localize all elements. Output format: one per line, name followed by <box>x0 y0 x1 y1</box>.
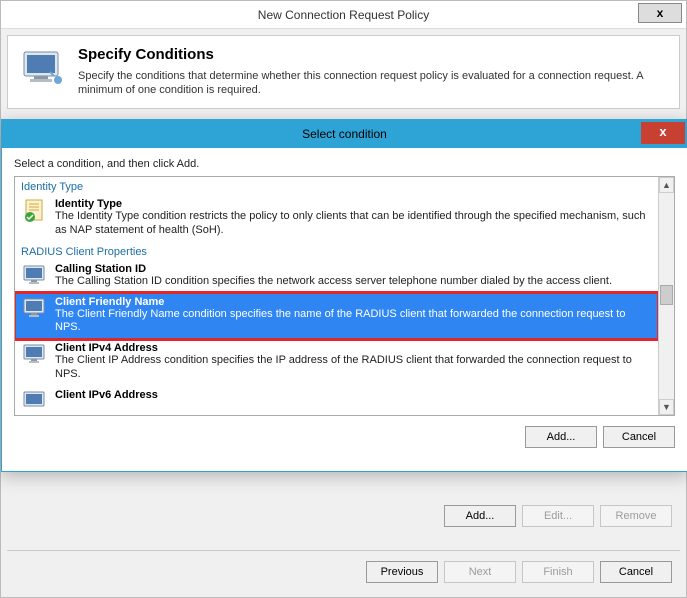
monitor-icon <box>21 296 49 322</box>
parent-window: New Connection Request Policy x Specify … <box>0 0 687 598</box>
list-item-title: Client IPv4 Address <box>55 342 652 354</box>
parent-add-button[interactable]: Add... <box>444 505 516 527</box>
list-item-title: Identity Type <box>55 198 652 210</box>
monitor-network-icon <box>20 46 68 94</box>
parent-condition-buttons: Add... Edit... Remove <box>444 505 672 527</box>
list-item-text: Client IPv6 Address <box>55 389 158 415</box>
list-item-text: Client Friendly Name The Client Friendly… <box>55 296 652 336</box>
group-header: Identity Type <box>15 177 658 195</box>
list-item-identity-type[interactable]: Identity Type The Identity Type conditio… <box>15 195 658 242</box>
monitor-icon <box>21 263 49 289</box>
header-heading: Specify Conditions <box>78 46 667 63</box>
condition-list-content: Identity Type Identity Type The Identity… <box>15 177 658 415</box>
modal-close-button[interactable]: x <box>641 122 685 144</box>
monitor-icon <box>21 342 49 368</box>
modal-buttons: Add... Cancel <box>14 426 675 448</box>
modal-add-button[interactable]: Add... <box>525 426 597 448</box>
list-item-client-ipv6-address[interactable]: Client IPv6 Address <box>15 386 658 416</box>
next-button: Next <box>444 561 516 583</box>
list-item-title: Calling Station ID <box>55 263 612 275</box>
header-text: Specify Conditions Specify the condition… <box>78 46 667 98</box>
header-section: Specify Conditions Specify the condition… <box>7 35 680 109</box>
parent-close-button[interactable]: x <box>638 3 682 23</box>
footer-divider <box>7 550 680 551</box>
previous-button[interactable]: Previous <box>366 561 438 583</box>
modal-titlebar: Select condition x <box>2 120 687 148</box>
header-description: Specify the conditions that determine wh… <box>78 69 667 98</box>
parent-remove-button: Remove <box>600 505 672 527</box>
condition-list: Identity Type Identity Type The Identity… <box>14 176 675 416</box>
list-item-client-friendly-name[interactable]: Client Friendly Name The Client Friendly… <box>15 293 658 340</box>
group-header: RADIUS Client Properties <box>15 242 658 260</box>
monitor-icon <box>21 389 49 415</box>
list-item-title: Client Friendly Name <box>55 296 652 308</box>
list-item-desc: The Client IP Address condition specifie… <box>55 354 652 382</box>
scroll-up-icon[interactable]: ▲ <box>659 177 674 193</box>
scroll-down-icon[interactable]: ▼ <box>659 399 674 415</box>
list-item-desc: The Client Friendly Name condition speci… <box>55 308 652 336</box>
parent-titlebar: New Connection Request Policy x <box>1 1 686 29</box>
modal-body: Select a condition, and then click Add. … <box>2 148 687 458</box>
list-item-client-ipv4-address[interactable]: Client IPv4 Address The Client IP Addres… <box>15 339 658 386</box>
document-check-icon <box>21 198 49 224</box>
wizard-footer-buttons: Previous Next Finish Cancel <box>366 561 672 583</box>
list-item-title: Client IPv6 Address <box>55 389 158 401</box>
list-item-calling-station-id[interactable]: Calling Station ID The Calling Station I… <box>15 260 658 293</box>
modal-cancel-button[interactable]: Cancel <box>603 426 675 448</box>
list-item-text: Identity Type The Identity Type conditio… <box>55 198 652 238</box>
list-item-text: Client IPv4 Address The Client IP Addres… <box>55 342 652 382</box>
parent-title: New Connection Request Policy <box>258 8 429 22</box>
select-condition-dialog: Select condition x Select a condition, a… <box>1 119 687 472</box>
scroll-thumb[interactable] <box>660 285 673 305</box>
cancel-button[interactable]: Cancel <box>600 561 672 583</box>
list-scrollbar[interactable]: ▲ ▼ <box>658 177 674 415</box>
list-item-desc: The Calling Station ID condition specifi… <box>55 275 612 289</box>
parent-edit-button: Edit... <box>522 505 594 527</box>
modal-instruction: Select a condition, and then click Add. <box>14 158 675 170</box>
list-item-text: Calling Station ID The Calling Station I… <box>55 263 612 289</box>
modal-title: Select condition <box>302 127 387 141</box>
finish-button: Finish <box>522 561 594 583</box>
list-item-desc: The Identity Type condition restricts th… <box>55 210 652 238</box>
